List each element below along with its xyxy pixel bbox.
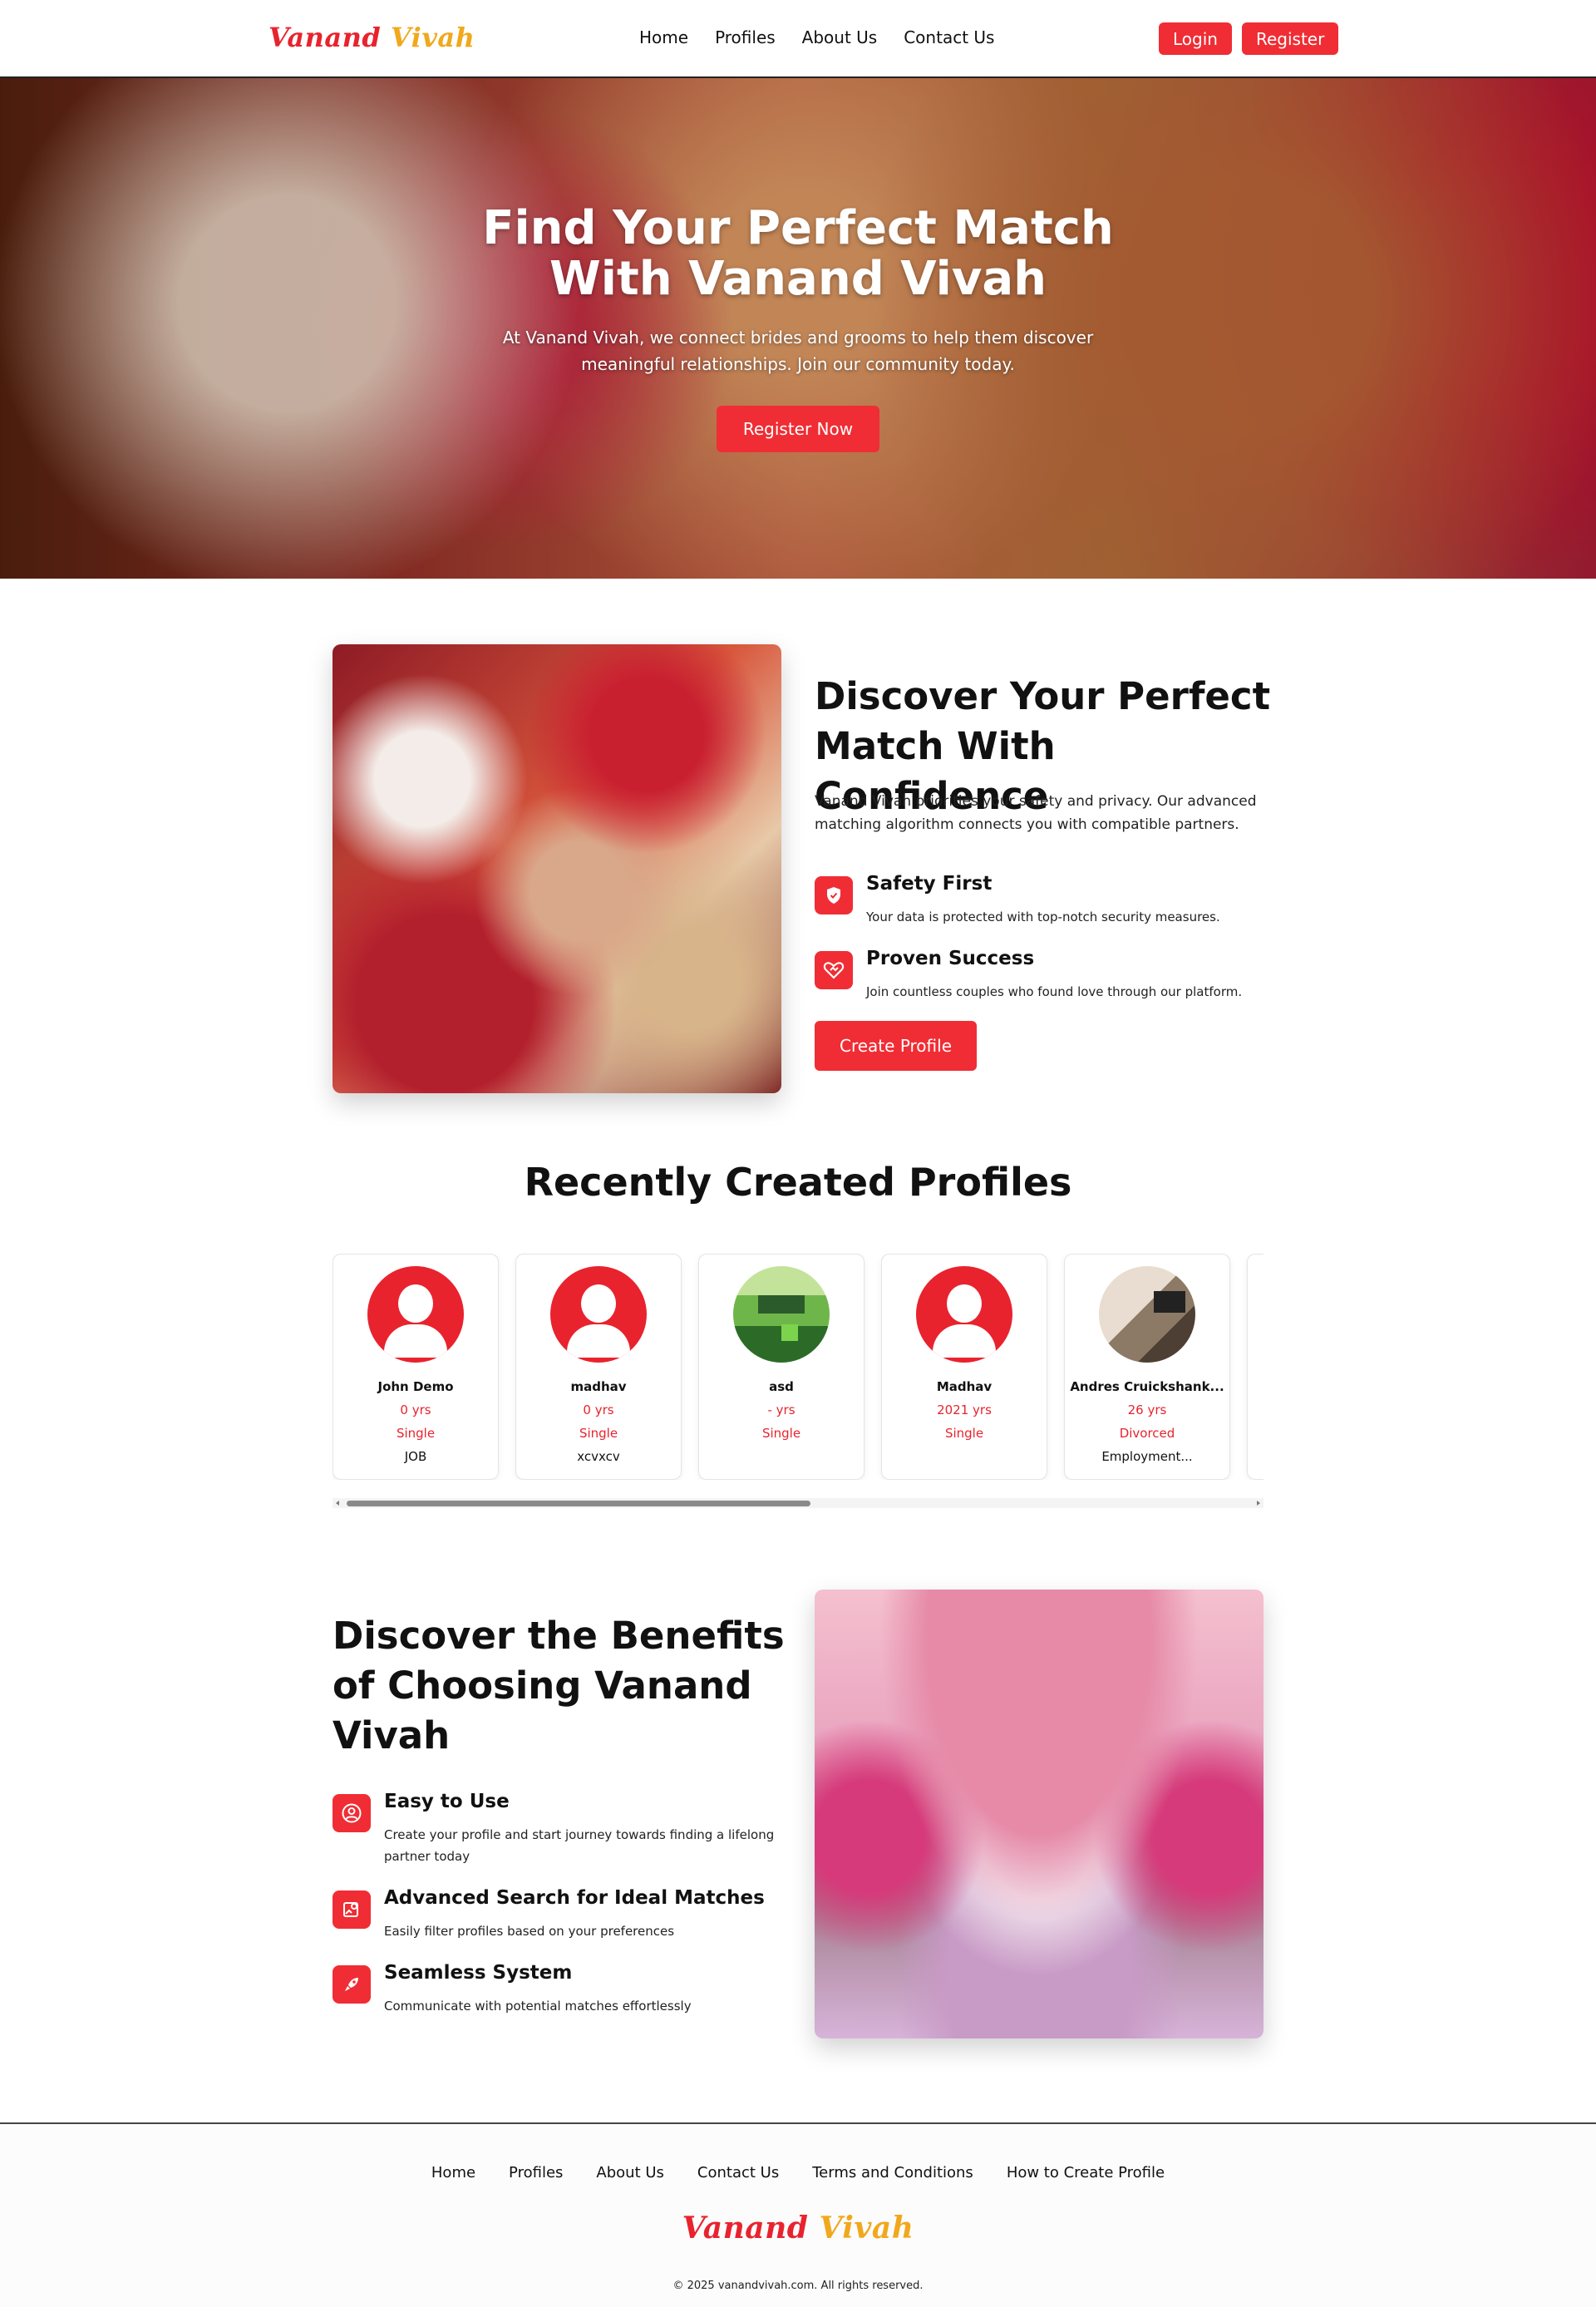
feature-title: Safety First — [866, 873, 993, 895]
auth-buttons: Login Register — [1159, 22, 1339, 55]
hero-title: Find Your Perfect Match With Vanand Viva… — [0, 203, 1596, 304]
benefit-title: Advanced Search for Ideal Matches — [384, 1887, 765, 1909]
benefit-description: Communicate with potential matches effor… — [384, 1999, 692, 2014]
profile-age: - yrs — [767, 1402, 796, 1417]
feature-proven-success: Proven Success Join countless couples wh… — [815, 948, 1280, 1006]
profile-cards: John Demo 0 yrs Single JOB madhav 0 yrs … — [332, 1254, 1264, 1480]
profile-card[interactable]: Andres Cruickshank... 26 yrs Divorced Em… — [1064, 1254, 1230, 1480]
footer-link-about-us[interactable]: About Us — [596, 2164, 664, 2181]
profile-photo-avatar — [1099, 1266, 1195, 1363]
profile-age: 26 yrs — [1127, 1402, 1167, 1417]
profile-card[interactable]: Madhav 2021 yrs Single — [881, 1254, 1047, 1480]
register-button[interactable]: Register — [1241, 22, 1339, 55]
footer-link-how-to-create-profile[interactable]: How to Create Profile — [1007, 2164, 1165, 2181]
feature-title: Proven Success — [866, 948, 1035, 969]
create-profile-button[interactable]: Create Profile — [815, 1021, 977, 1071]
benefits-section-title: Discover the Benefits of Choosing Vanand… — [332, 1614, 785, 1757]
profile-card-partial[interactable] — [1247, 1254, 1264, 1480]
nav-link-profiles[interactable]: Profiles — [715, 27, 776, 47]
shield-check-icon — [815, 876, 853, 914]
logo-text-vivah: Vivah — [819, 2211, 914, 2245]
feature-description: Your data is protected with top-notch se… — [866, 909, 1220, 924]
wedding-hands-photo — [332, 644, 781, 1093]
scroll-left-arrow-icon[interactable] — [336, 1501, 339, 1506]
image-search-icon — [332, 1890, 371, 1929]
default-avatar-icon — [367, 1266, 464, 1363]
scrollbar-thumb[interactable] — [347, 1501, 810, 1506]
footer-link-profiles[interactable]: Profiles — [509, 2164, 563, 2181]
profile-card[interactable]: John Demo 0 yrs Single JOB — [332, 1254, 499, 1480]
profile-name: John Demo — [377, 1379, 454, 1394]
profile-marital-status: Divorced — [1119, 1426, 1175, 1441]
site-footer: Home Profiles About Us Contact Us Terms … — [0, 2122, 1596, 2307]
user-circle-icon — [332, 1794, 371, 1832]
profile-card[interactable]: madhav 0 yrs Single xcvxcv — [515, 1254, 682, 1480]
feature-description: Join countless couples who found love th… — [866, 984, 1243, 999]
hero-subtitle: At Vanand Vivah, we connect brides and g… — [502, 328, 1094, 374]
nav-link-contact-us[interactable]: Contact Us — [904, 27, 994, 47]
benefit-description: Create your profile and start journey to… — [384, 1827, 775, 1864]
profile-name: madhav — [570, 1379, 627, 1394]
nav-links: Home Profiles About Us Contact Us — [639, 27, 994, 47]
profile-name: Madhav — [936, 1379, 993, 1394]
profile-photo-avatar — [733, 1266, 830, 1363]
profile-name: asd — [769, 1379, 794, 1394]
profile-age: 0 yrs — [400, 1402, 431, 1417]
footer-link-contact-us[interactable]: Contact Us — [697, 2164, 779, 2181]
recent-profiles-title: Recently Created Profiles — [524, 1160, 1072, 1205]
top-navbar: Vanand Vivah Home Profiles About Us Cont… — [0, 0, 1596, 78]
nav-link-about-us[interactable]: About Us — [802, 27, 878, 47]
profile-occupation: JOB — [404, 1449, 427, 1464]
logo-text-vanand: Vanand — [682, 2211, 809, 2245]
benefit-easy-to-use: Easy to Use Create your profile and star… — [332, 1791, 798, 1874]
rocket-icon — [332, 1965, 371, 2004]
logo-text-vanand: Vanand — [268, 22, 382, 53]
profile-age: 2021 yrs — [937, 1402, 992, 1417]
carousel-scrollbar[interactable] — [332, 1498, 1264, 1508]
nav-link-home[interactable]: Home — [639, 27, 688, 47]
profiles-carousel[interactable]: John Demo 0 yrs Single JOB madhav 0 yrs … — [332, 1254, 1264, 1480]
logo-text-vivah: Vivah — [390, 22, 475, 53]
hero-banner: Find Your Perfect Match With Vanand Viva… — [0, 78, 1596, 579]
profile-card[interactable]: asd - yrs Single — [698, 1254, 864, 1480]
default-avatar-icon — [550, 1266, 647, 1363]
footer-logo[interactable]: Vanand Vivah — [0, 2211, 1596, 2245]
site-logo[interactable]: Vanand Vivah — [268, 22, 475, 53]
profile-age: 0 yrs — [583, 1402, 614, 1417]
benefit-advanced-search: Advanced Search for Ideal Matches Easily… — [332, 1887, 798, 1954]
profile-marital-status: Single — [761, 1426, 801, 1441]
hero-title-line2: With Vanand Vivah — [549, 252, 1047, 306]
heart-handshake-icon — [815, 951, 853, 989]
login-button[interactable]: Login — [1159, 22, 1232, 55]
profile-marital-status: Single — [579, 1426, 618, 1441]
footer-link-terms[interactable]: Terms and Conditions — [812, 2164, 973, 2181]
footer-links: Home Profiles About Us Contact Us Terms … — [0, 2164, 1596, 2181]
discover-section-description: Vanand Vivah priorities your safety and … — [815, 793, 1257, 833]
profile-occupation: Employment... — [1101, 1449, 1193, 1464]
scroll-right-arrow-icon[interactable] — [1257, 1501, 1260, 1506]
register-now-button[interactable]: Register Now — [716, 406, 880, 452]
copyright-text: © 2025 vanandvivah.com. All rights reser… — [672, 2280, 924, 2292]
profile-occupation: xcvxcv — [577, 1449, 620, 1464]
default-avatar-icon — [916, 1266, 1012, 1363]
hero-content: Find Your Perfect Match With Vanand Viva… — [0, 203, 1596, 452]
benefit-seamless-system: Seamless System Communicate with potenti… — [332, 1962, 798, 2028]
benefit-description: Easily filter profiles based on your pre… — [384, 1924, 675, 1939]
hero-title-line1: Find Your Perfect Match — [482, 201, 1114, 255]
footer-link-home[interactable]: Home — [431, 2164, 475, 2181]
wedding-ceremony-photo — [815, 1590, 1264, 2038]
profile-marital-status: Single — [396, 1426, 436, 1441]
profile-marital-status: Single — [944, 1426, 984, 1441]
profile-name: Andres Cruickshank... — [1070, 1379, 1224, 1394]
benefit-title: Easy to Use — [384, 1791, 510, 1812]
benefit-title: Seamless System — [384, 1962, 573, 1984]
feature-safety-first: Safety First Your data is protected with… — [815, 873, 1280, 931]
